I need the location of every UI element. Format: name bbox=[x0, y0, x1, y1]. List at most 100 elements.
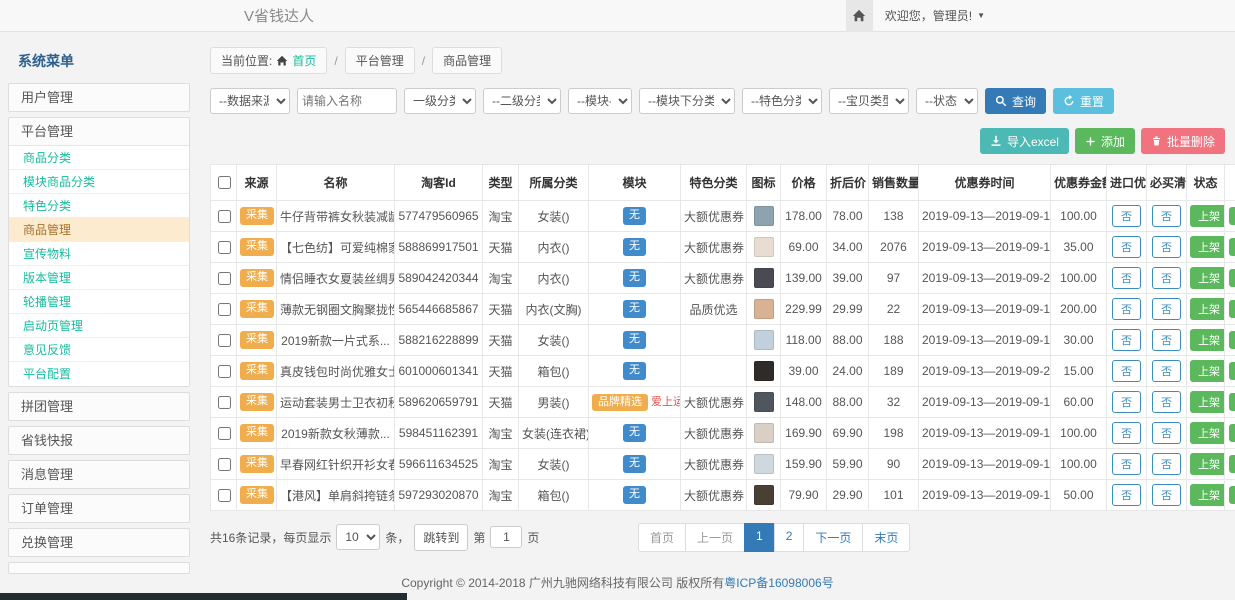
row-checkbox[interactable] bbox=[218, 272, 231, 285]
imported-toggle-button[interactable]: 否 bbox=[1112, 484, 1141, 506]
imported-toggle-button[interactable]: 否 bbox=[1112, 360, 1141, 382]
imported-toggle-button[interactable]: 否 bbox=[1112, 391, 1141, 413]
edit-button[interactable]: ✎ bbox=[1229, 331, 1235, 349]
coupon-time: 2019-09-13—2019-09-15 bbox=[919, 387, 1051, 418]
status-button[interactable]: 上架 bbox=[1190, 453, 1225, 475]
must-buy-toggle-button[interactable]: 否 bbox=[1152, 329, 1181, 351]
breadcrumb-item[interactable]: 平台管理 bbox=[345, 47, 415, 74]
imported-toggle-button[interactable]: 否 bbox=[1112, 298, 1141, 320]
breadcrumb-home-link[interactable]: 首页 bbox=[292, 52, 316, 69]
row-checkbox[interactable] bbox=[218, 210, 231, 223]
sidebar-group-header-message[interactable]: 消息管理 bbox=[9, 461, 189, 488]
status-button[interactable]: 上架 bbox=[1190, 391, 1225, 413]
imported-toggle-button[interactable]: 否 bbox=[1112, 267, 1141, 289]
row-checkbox[interactable] bbox=[218, 365, 231, 378]
module-subcategory-select[interactable]: --模块下分类-- bbox=[639, 88, 735, 114]
must-buy-toggle-button[interactable]: 否 bbox=[1152, 267, 1181, 289]
feature-category-select[interactable]: --特色分类-- bbox=[742, 88, 822, 114]
per-page-select[interactable]: 10 bbox=[336, 524, 380, 550]
sidebar-item[interactable]: 模块商品分类 bbox=[9, 170, 189, 194]
edit-button[interactable]: ✎ bbox=[1229, 238, 1235, 256]
product-category: 内衣() bbox=[519, 232, 589, 263]
must-buy-toggle-button[interactable]: 否 bbox=[1152, 360, 1181, 382]
data-source-select[interactable]: --数据来源-- bbox=[210, 88, 290, 114]
page-number-input[interactable] bbox=[490, 526, 522, 548]
edit-button[interactable]: ✎ bbox=[1229, 393, 1235, 411]
edit-button[interactable]: ✎ bbox=[1229, 269, 1235, 287]
select-all-checkbox[interactable] bbox=[218, 176, 231, 189]
imported-toggle-button[interactable]: 否 bbox=[1112, 329, 1141, 351]
sidebar-item[interactable]: 意见反馈 bbox=[9, 338, 189, 362]
sidebar-item[interactable]: 启动页管理 bbox=[9, 314, 189, 338]
sales-count: 138 bbox=[869, 201, 919, 232]
pager-item[interactable]: 末页 bbox=[862, 523, 910, 552]
reset-button[interactable]: 重置 bbox=[1053, 88, 1114, 114]
module-select[interactable]: --模块-- bbox=[568, 88, 632, 114]
name-search-input[interactable] bbox=[297, 88, 397, 114]
status-button[interactable]: 上架 bbox=[1190, 329, 1225, 351]
pager-item[interactable]: 下一页 bbox=[803, 523, 863, 552]
status-button[interactable]: 上架 bbox=[1190, 360, 1225, 382]
sidebar-group-header-exchange[interactable]: 兑换管理 bbox=[9, 529, 189, 556]
imported-toggle-button[interactable]: 否 bbox=[1112, 205, 1141, 227]
imported-toggle-button[interactable]: 否 bbox=[1112, 422, 1141, 444]
row-checkbox[interactable] bbox=[218, 334, 231, 347]
must-buy-toggle-button[interactable]: 否 bbox=[1152, 298, 1181, 320]
user-menu[interactable]: 欢迎您，管理员! ▼ bbox=[885, 7, 985, 24]
row-checkbox[interactable] bbox=[218, 427, 231, 440]
must-buy-toggle-button[interactable]: 否 bbox=[1152, 453, 1181, 475]
sidebar-group-header-express[interactable]: 省钱快报 bbox=[9, 427, 189, 454]
import-excel-button[interactable]: 导入excel bbox=[980, 128, 1069, 154]
edit-button[interactable]: ✎ bbox=[1229, 424, 1235, 442]
must-buy-toggle-button[interactable]: 否 bbox=[1152, 205, 1181, 227]
status-button[interactable]: 上架 bbox=[1190, 236, 1225, 258]
status-button[interactable]: 上架 bbox=[1190, 267, 1225, 289]
edit-button[interactable]: ✎ bbox=[1229, 362, 1235, 380]
edit-button[interactable]: ✎ bbox=[1229, 486, 1235, 504]
query-button[interactable]: 查询 bbox=[985, 88, 1046, 114]
add-button[interactable]: 添加 bbox=[1075, 128, 1135, 154]
sidebar-item[interactable]: 宣传物料 bbox=[9, 242, 189, 266]
level1-category-select[interactable]: 一级分类 bbox=[404, 88, 476, 114]
imported-toggle-button[interactable]: 否 bbox=[1112, 453, 1141, 475]
product-thumbnail bbox=[754, 392, 774, 412]
edit-button[interactable]: ✎ bbox=[1229, 455, 1235, 473]
level2-category-select[interactable]: --二级分类-- bbox=[483, 88, 561, 114]
sidebar-item[interactable]: 商品分类 bbox=[9, 146, 189, 170]
sidebar-item[interactable]: 轮播管理 bbox=[9, 290, 189, 314]
sidebar-item[interactable]: 特色分类 bbox=[9, 194, 189, 218]
row-checkbox[interactable] bbox=[218, 489, 231, 502]
status-select[interactable]: --状态-- bbox=[916, 88, 978, 114]
sidebar-group-header-groupbuy[interactable]: 拼团管理 bbox=[9, 393, 189, 420]
must-buy-toggle-button[interactable]: 否 bbox=[1152, 484, 1181, 506]
sidebar-item[interactable]: 平台配置 bbox=[9, 362, 189, 386]
batch-delete-button[interactable]: 批量删除 bbox=[1141, 128, 1225, 154]
status-button[interactable]: 上架 bbox=[1190, 422, 1225, 444]
must-buy-toggle-button[interactable]: 否 bbox=[1152, 391, 1181, 413]
row-checkbox[interactable] bbox=[218, 241, 231, 254]
pager-item[interactable]: 2 bbox=[774, 523, 805, 552]
sidebar-item[interactable]: 商品管理 bbox=[9, 218, 189, 242]
sidebar-item[interactable]: 版本管理 bbox=[9, 266, 189, 290]
row-checkbox[interactable] bbox=[218, 303, 231, 316]
sidebar-group-header-clipped[interactable] bbox=[9, 563, 189, 574]
must-buy-toggle-button[interactable]: 否 bbox=[1152, 422, 1181, 444]
imported-toggle-button[interactable]: 否 bbox=[1112, 236, 1141, 258]
sidebar-group-header-order[interactable]: 订单管理 bbox=[9, 495, 189, 522]
must-buy-toggle-button[interactable]: 否 bbox=[1152, 236, 1181, 258]
item-type-select[interactable]: --宝贝类型-- bbox=[829, 88, 909, 114]
row-checkbox[interactable] bbox=[218, 458, 231, 471]
edit-button[interactable]: ✎ bbox=[1229, 207, 1235, 225]
status-button[interactable]: 上架 bbox=[1190, 298, 1225, 320]
sidebar-group-header-user[interactable]: 用户管理 bbox=[9, 84, 189, 111]
status-button[interactable]: 上架 bbox=[1190, 484, 1225, 506]
sidebar-group-header-platform[interactable]: 平台管理 bbox=[9, 118, 189, 145]
row-checkbox[interactable] bbox=[218, 396, 231, 409]
status-button[interactable]: 上架 bbox=[1190, 205, 1225, 227]
breadcrumb-item[interactable]: 商品管理 bbox=[432, 47, 502, 74]
jump-button[interactable]: 跳转到 bbox=[414, 524, 468, 551]
home-button[interactable] bbox=[846, 0, 873, 32]
pager-current-page[interactable]: 1 bbox=[744, 523, 775, 552]
icp-link[interactable]: 粤ICP备16098006号 bbox=[724, 576, 833, 590]
edit-button[interactable]: ✎ bbox=[1229, 300, 1235, 318]
